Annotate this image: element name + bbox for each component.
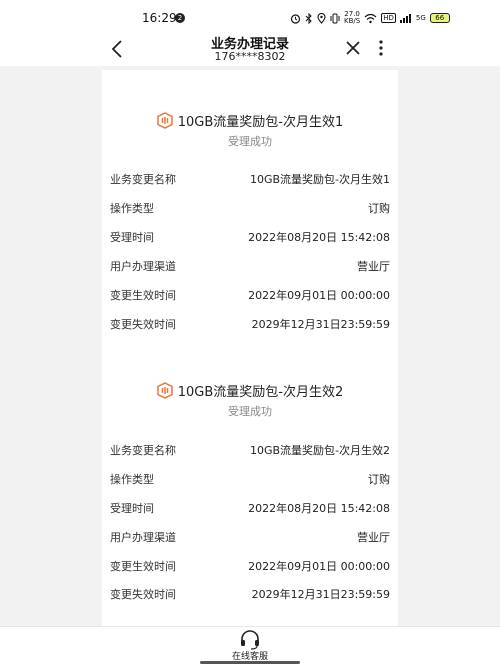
more-vertical-icon[interactable] [374,38,388,58]
close-icon[interactable] [343,38,363,58]
records-content[interactable]: 10GB流量奖励包-次月生效1 受理成功 业务变更名称 10GB流量奖励包-次月… [0,66,500,626]
row-value: 营业厅 [357,260,390,273]
record-title-text: 10GB流量奖励包-次月生效2 [177,385,344,400]
hd-label: HD [381,13,396,23]
package-icon [157,112,173,129]
package-icon [157,382,173,399]
online-service-bar[interactable]: 在线客服 [0,626,500,666]
alarm-icon [290,13,301,24]
nav-bar: 业务办理记录 176****8302 [0,32,500,66]
row-value: 2022年08月20日 15:42:08 [248,231,390,244]
detail-row: 操作类型 订购 [110,471,390,489]
home-indicator [200,661,300,664]
battery-icon: 66 [429,13,450,23]
row-value: 订购 [368,202,390,215]
record-status: 受理成功 [228,135,272,148]
signal-icon [399,13,411,23]
location-icon [317,12,326,24]
detail-row: 业务变更名称 10GB流量奖励包-次月生效2 [110,442,390,460]
detail-row: 受理时间 2022年08月20日 15:42:08 [110,500,390,518]
row-value: 营业厅 [357,531,390,544]
headset-icon[interactable] [239,630,261,650]
row-label: 变更失效时间 [110,318,176,331]
notification-badge: 2 [175,13,185,23]
detail-row: 用户办理渠道 营业厅 [110,529,390,547]
detail-row: 操作类型 订购 [110,200,390,218]
vibrate-icon [330,13,340,23]
row-value: 2022年09月01日 00:00:00 [248,289,390,302]
detail-row: 变更失效时间 2029年12月31日23:59:59 [110,316,390,334]
net-speed-value: 27.0 KB/S [344,10,361,25]
row-label: 变更生效时间 [110,289,176,302]
row-value: 2029年12月31日23:59:59 [251,318,390,331]
row-label: 业务变更名称 [110,444,176,457]
status-bar: 16:29 2 27.0 KB/S HD 5G 66 [0,0,500,32]
status-time: 16:29 [142,11,177,25]
record-status: 受理成功 [228,405,272,418]
row-label: 操作类型 [110,202,154,215]
row-value: 2022年08月20日 15:42:08 [248,502,390,515]
row-label: 变更失效时间 [110,588,176,601]
detail-row: 变更生效时间 2022年09月01日 00:00:00 [110,558,390,576]
row-value: 订购 [368,473,390,486]
net-speed: 27.0 KB/S [344,11,360,25]
row-label: 受理时间 [110,231,154,244]
phone-number: 176****8302 [214,50,286,63]
record-title-text: 10GB流量奖励包-次月生效1 [177,115,344,130]
row-label: 操作类型 [110,473,154,486]
row-value: 10GB流量奖励包-次月生效2 [249,444,390,457]
bluetooth-icon [305,12,312,24]
record-title: 10GB流量奖励包-次月生效2 [102,381,398,400]
row-label: 业务变更名称 [110,173,176,186]
detail-row: 变更生效时间 2022年09月01日 00:00:00 [110,287,390,305]
row-value: 2029年12月31日23:59:59 [251,588,390,601]
row-label: 用户办理渠道 [110,260,176,273]
row-label: 变更生效时间 [110,560,176,573]
detail-row: 受理时间 2022年08月20日 15:42:08 [110,229,390,247]
detail-row: 业务变更名称 10GB流量奖励包-次月生效1 [110,171,390,189]
status-icons: 27.0 KB/S HD 5G 66 [290,11,450,25]
5g-label: 5G [415,14,426,22]
wifi-icon [364,13,377,23]
row-label: 用户办理渠道 [110,531,176,544]
detail-row: 用户办理渠道 营业厅 [110,258,390,276]
row-label: 受理时间 [110,502,154,515]
row-value: 2022年09月01日 00:00:00 [248,560,390,573]
detail-row: 变更失效时间 2029年12月31日23:59:59 [110,586,390,604]
record-title: 10GB流量奖励包-次月生效1 [102,111,398,130]
records-card: 10GB流量奖励包-次月生效1 受理成功 业务变更名称 10GB流量奖励包-次月… [102,70,398,626]
row-value: 10GB流量奖励包-次月生效1 [249,173,390,186]
back-arrow-icon[interactable] [108,38,128,60]
